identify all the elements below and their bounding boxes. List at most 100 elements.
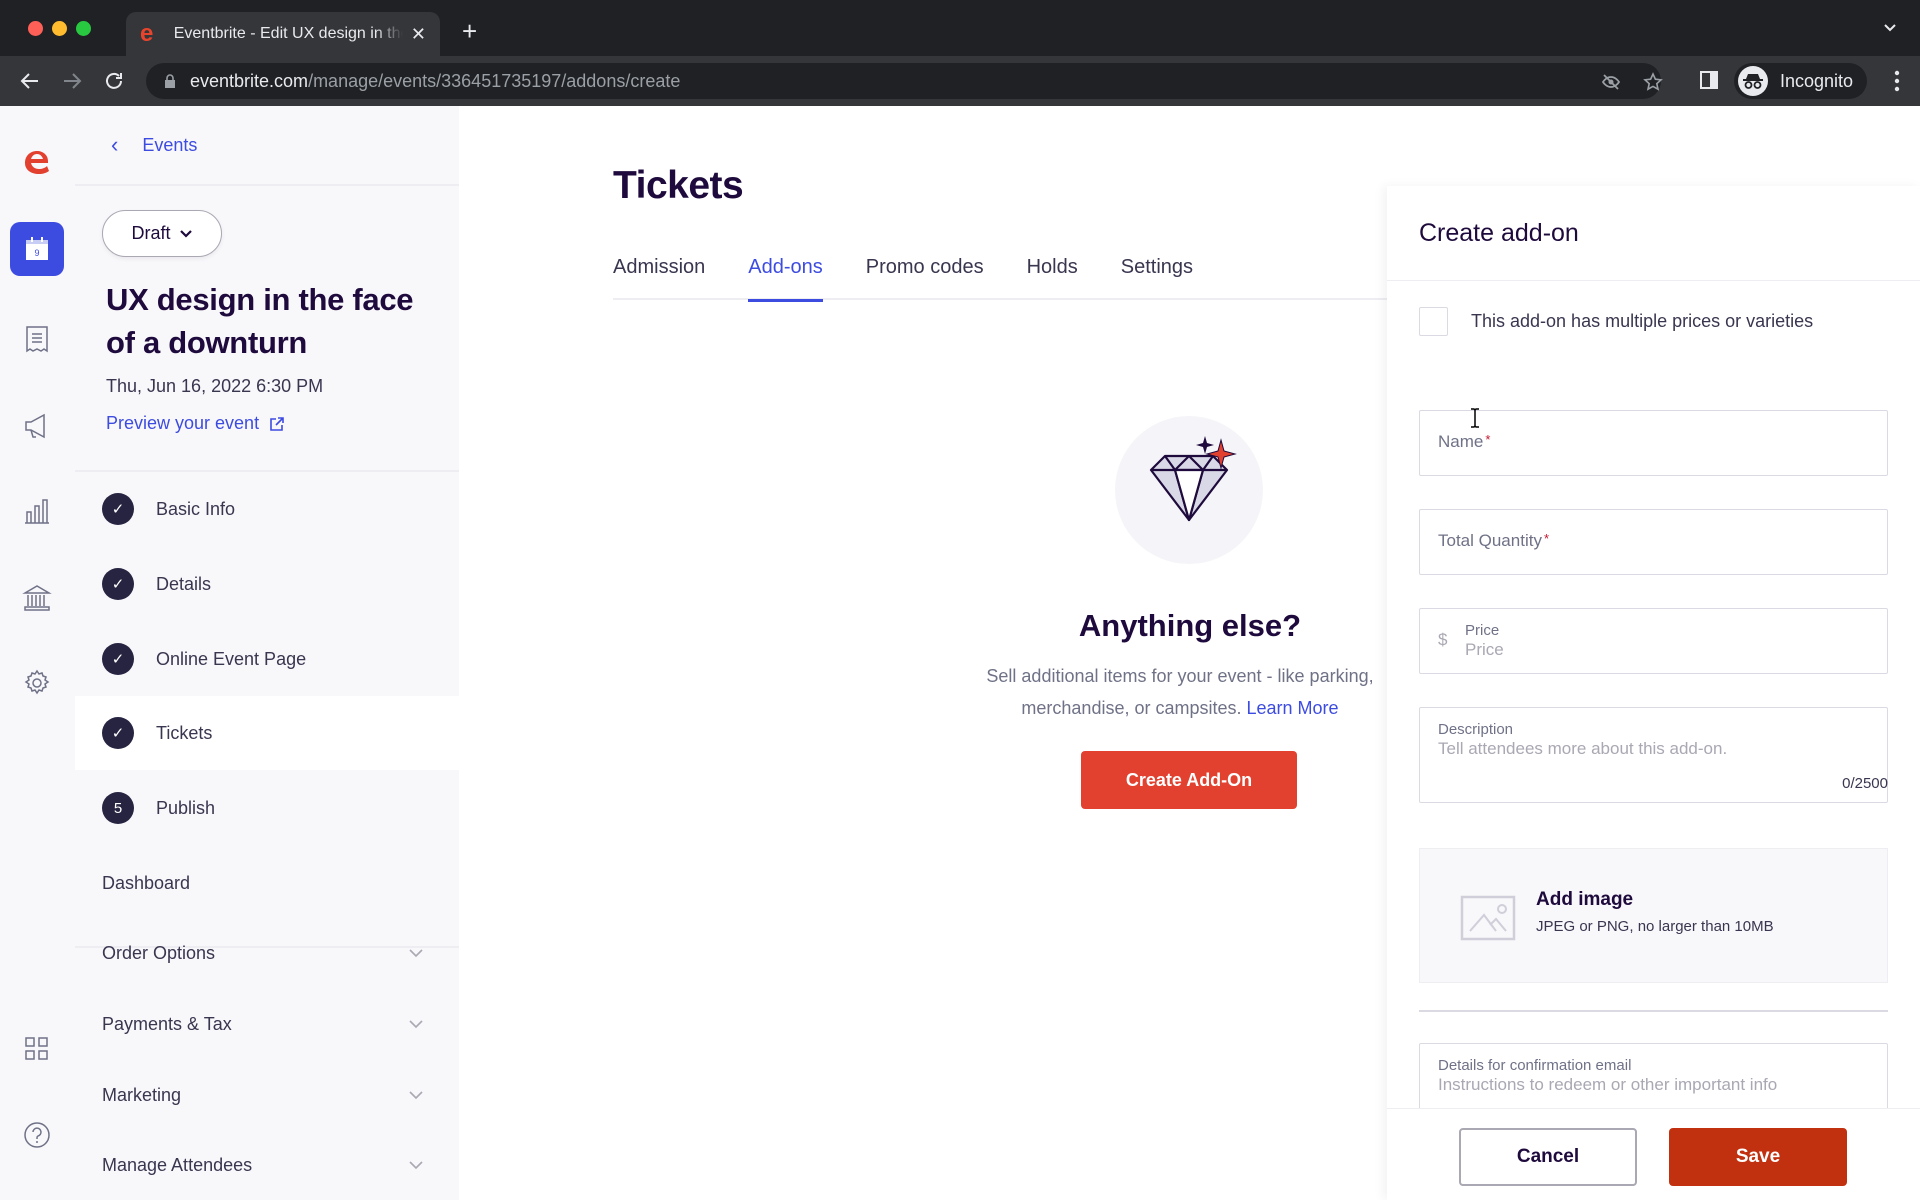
- add-image-dropzone[interactable]: Add image JPEG or PNG, no larger than 10…: [1419, 848, 1888, 983]
- url-host: eventbrite.com: [190, 70, 309, 91]
- lock-icon: [165, 74, 175, 88]
- step-basic-info[interactable]: ✓ Basic Info: [75, 472, 459, 546]
- step-label: Details: [156, 573, 212, 594]
- tab-close-icon[interactable]: ✕: [411, 24, 426, 45]
- nav-label: Payments & Tax: [102, 1013, 232, 1034]
- price-label: Price: [1465, 622, 1500, 639]
- forward-arrow-icon[interactable]: [60, 69, 84, 93]
- empty-state-description: Sell additional items for your event - l…: [960, 660, 1400, 724]
- price-field[interactable]: $ Price Price: [1419, 608, 1888, 674]
- ticket-tabs: Admission Add-ons Promo codes Holds Sett…: [613, 252, 1388, 302]
- browser-menu-icon[interactable]: [1894, 70, 1900, 92]
- eye-off-icon[interactable]: [1601, 72, 1621, 92]
- tab-search-chevron-icon[interactable]: [1882, 20, 1898, 36]
- tab-settings[interactable]: Settings: [1121, 252, 1193, 300]
- check-icon: ✓: [102, 643, 134, 675]
- step-label: Online Event Page: [156, 648, 307, 669]
- settings-gear-icon[interactable]: [22, 668, 52, 698]
- confirmation-email-label: Details for confirmation email: [1438, 1057, 1632, 1074]
- window-maximize-button[interactable]: [76, 21, 91, 36]
- help-question-icon[interactable]: [22, 1120, 52, 1150]
- incognito-label: Incognito: [1780, 70, 1854, 91]
- multiple-prices-checkbox[interactable]: [1419, 307, 1448, 336]
- chevron-down-icon: [409, 948, 423, 957]
- url-path: /manage/events/336451735197/addons/creat…: [308, 70, 681, 91]
- empty-desc-line-1: Sell additional items for your event - l…: [986, 666, 1374, 686]
- incognito-icon: [1738, 66, 1768, 96]
- total-quantity-field[interactable]: Total Quantity *: [1419, 509, 1888, 575]
- tab-promo-codes[interactable]: Promo codes: [866, 252, 984, 300]
- step-label: Publish: [156, 797, 216, 818]
- rail-events-button[interactable]: 9: [10, 222, 64, 276]
- step-online-event-page[interactable]: ✓ Online Event Page: [75, 622, 459, 696]
- event-date: Thu, Jun 16, 2022 6:30 PM: [106, 376, 324, 396]
- nav-label: Manage Attendees: [102, 1154, 253, 1175]
- name-field[interactable]: Name *: [1419, 410, 1888, 476]
- empty-desc-line-2: merchandise, or campsites.: [1021, 698, 1242, 718]
- finance-bank-icon[interactable]: [22, 583, 52, 613]
- page-title: Tickets: [613, 164, 744, 207]
- window-close-button[interactable]: [28, 21, 43, 36]
- tab-holds[interactable]: Holds: [1027, 252, 1078, 300]
- reload-icon[interactable]: [102, 69, 126, 93]
- back-label: Events: [142, 134, 198, 155]
- nav-marketing[interactable]: Marketing: [75, 1070, 459, 1120]
- description-char-counter: 0/2500: [1842, 775, 1888, 792]
- cancel-button[interactable]: Cancel: [1459, 1128, 1637, 1186]
- step-details[interactable]: ✓ Details: [75, 547, 459, 621]
- reports-chart-icon[interactable]: [22, 496, 52, 526]
- nav-label: Marketing: [102, 1084, 182, 1105]
- create-add-on-button[interactable]: Create Add-On: [1081, 751, 1297, 809]
- name-label: Name *: [1438, 432, 1491, 451]
- side-panel-icon[interactable]: [1700, 71, 1718, 89]
- step-label: Tickets: [156, 722, 213, 743]
- new-tab-button[interactable]: +: [462, 16, 477, 47]
- step-tickets[interactable]: ✓ Tickets: [75, 696, 459, 770]
- marketing-megaphone-icon[interactable]: [22, 411, 52, 441]
- tab-title: Eventbrite - Edit UX design in the face …: [173, 25, 403, 42]
- description-field[interactable]: Description Tell attendees more about th…: [1419, 707, 1888, 803]
- panel-title: Create add-on: [1387, 186, 1920, 281]
- check-icon: ✓: [102, 568, 134, 600]
- bookmark-star-icon[interactable]: [1643, 72, 1663, 92]
- nav-manage-attendees[interactable]: Manage Attendees: [75, 1140, 459, 1190]
- step-label: Basic Info: [156, 498, 236, 519]
- status-dropdown[interactable]: Draft: [102, 210, 222, 257]
- browser-tabstrip: e Eventbrite - Edit UX design in the fac…: [0, 0, 1920, 56]
- chevron-down-icon: [409, 1160, 423, 1169]
- eventbrite-logo-icon[interactable]: [19, 144, 55, 180]
- tab-admission[interactable]: Admission: [613, 252, 705, 300]
- status-label: Draft: [131, 223, 171, 243]
- diamond-icon: [1149, 436, 1237, 522]
- back-arrow-icon[interactable]: [18, 69, 42, 93]
- required-asterisk: *: [1543, 531, 1550, 546]
- price-placeholder: Price: [1465, 640, 1504, 659]
- calendar-icon: 9: [26, 237, 48, 260]
- step-number-badge: 5: [102, 792, 134, 824]
- tab-add-ons[interactable]: Add-ons: [748, 252, 823, 302]
- browser-tab[interactable]: e Eventbrite - Edit UX design in the fac…: [126, 12, 440, 56]
- multiple-prices-label: This add-on has multiple prices or varie…: [1471, 311, 1814, 331]
- preview-event-link[interactable]: Preview your event: [106, 413, 285, 434]
- back-to-events-link[interactable]: ‹ Events: [75, 106, 459, 186]
- page: 9 ‹ Events Draft UX design in the face o…: [0, 106, 1920, 1200]
- chevron-down-icon: [409, 1090, 423, 1099]
- diamond-illustration: [1115, 416, 1263, 564]
- image-placeholder-icon: [1460, 895, 1516, 941]
- chevron-down-icon: [179, 229, 192, 238]
- window-minimize-button[interactable]: [52, 21, 67, 36]
- multiple-prices-row[interactable]: This add-on has multiple prices or varie…: [1419, 307, 1813, 336]
- address-bar[interactable]: eventbrite.com/manage/events/33645173519…: [146, 63, 1663, 99]
- learn-more-link[interactable]: Learn More: [1247, 698, 1339, 718]
- add-image-hint: JPEG or PNG, no larger than 10MB: [1536, 918, 1774, 935]
- description-placeholder: Tell attendees more about this add-on.: [1438, 739, 1728, 758]
- step-publish[interactable]: 5 Publish: [75, 771, 459, 845]
- nav-payments-tax[interactable]: Payments & Tax: [75, 999, 459, 1049]
- save-button[interactable]: Save: [1669, 1128, 1847, 1186]
- orders-receipt-icon[interactable]: [22, 324, 52, 354]
- incognito-profile-button[interactable]: Incognito: [1734, 63, 1868, 99]
- nav-dashboard[interactable]: Dashboard: [75, 858, 459, 908]
- nav-order-options[interactable]: Order Options: [75, 928, 459, 978]
- description-label: Description: [1438, 721, 1514, 738]
- apps-grid-icon[interactable]: [22, 1034, 52, 1064]
